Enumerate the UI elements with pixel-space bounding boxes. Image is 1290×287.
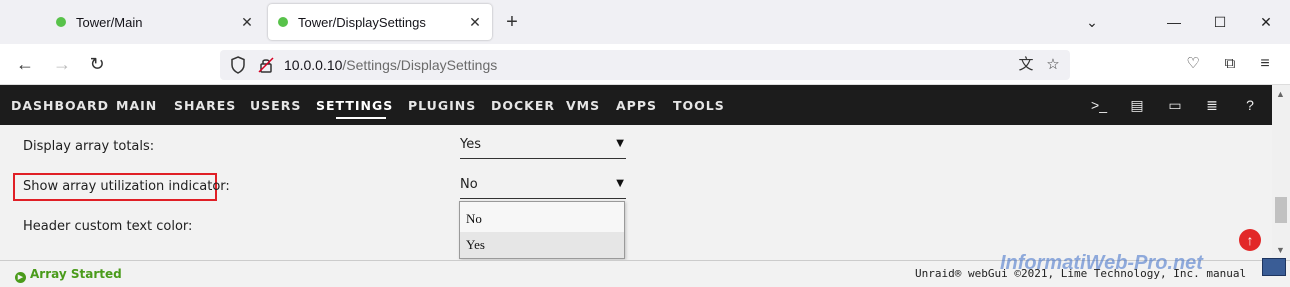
nav-users[interactable]: USERS [250,98,301,113]
maximize-icon[interactable]: ☐ [1206,8,1234,36]
menu-icon[interactable]: ≡ [1251,52,1279,76]
close-tab-icon[interactable]: ✕ [466,13,484,31]
browser-tab-strip: Tower/Main ✕ Tower/DisplaySettings ✕ + ⌄… [0,0,1290,44]
chevron-down-icon: ▼ [616,138,624,149]
nav-main[interactable]: MAIN [116,98,157,113]
page-scrollbar[interactable]: ▲ ▼ [1272,85,1290,260]
browser-toolbar: ← → ↻ 10.0.0.10/Settings/DisplaySettings… [0,44,1290,85]
watermark: InformatiWeb-Pro.net [1000,252,1203,274]
nav-docker[interactable]: DOCKER [491,98,555,113]
dropdown-option-no[interactable]: No [460,206,624,232]
laptop-logo-icon [1262,258,1286,276]
setting-label-header-text-color: Header custom text color: [23,219,193,234]
terminal-icon[interactable]: >_ [1088,95,1110,115]
select-value: No [460,177,478,192]
array-status: ▶ Array Started [15,267,122,283]
minimize-icon[interactable]: — [1160,8,1188,36]
tab-list-chevron-icon[interactable]: ⌄ [1078,8,1106,36]
scroll-down-icon[interactable]: ▼ [1276,245,1285,255]
setting-label-utilization-indicator: Show array utilization indicator: [23,179,230,194]
new-tab-icon[interactable]: + [500,10,524,34]
help-icon[interactable]: ? [1239,95,1261,115]
nav-vms[interactable]: VMS [566,98,600,113]
setting-label-array-totals: Display array totals: [23,139,155,154]
nav-tools[interactable]: TOOLS [673,98,725,113]
nav-dashboard[interactable]: DASHBOARD [11,98,109,113]
nav-shares[interactable]: SHARES [174,98,236,113]
feedback-icon[interactable]: ▤ [1126,95,1148,115]
url-text: 10.0.0.10/Settings/DisplaySettings [284,57,497,73]
translate-icon[interactable]: 文 [1016,55,1036,75]
unraid-main-nav: DASHBOARD MAIN SHARES USERS SETTINGS PLU… [0,85,1272,125]
favicon-dot-icon [278,17,288,27]
array-totals-select[interactable]: Yes ▼ [460,137,626,159]
dropdown-option-yes[interactable]: Yes [460,232,624,258]
insecure-lock-icon[interactable] [256,55,276,75]
utilization-indicator-select[interactable]: No ▼ [460,177,626,199]
array-status-text: Array Started [30,267,122,281]
tab-title: Tower/Main [76,14,143,30]
shield-icon[interactable] [228,55,248,75]
pocket-icon[interactable]: ♡ [1179,52,1207,76]
monitor-icon[interactable]: ▭ [1164,95,1186,115]
scroll-up-icon[interactable]: ▲ [1276,89,1285,99]
back-icon[interactable]: ← [11,52,39,76]
chevron-down-icon: ▼ [616,178,624,189]
select-value: Yes [460,137,481,152]
forward-icon[interactable]: → [48,52,76,76]
url-host: 10.0.0.10 [284,57,343,73]
bookmark-star-icon[interactable]: ☆ [1043,55,1063,75]
reload-icon[interactable]: ↻ [83,52,111,76]
tab-tower-main[interactable]: Tower/Main ✕ [46,4,264,40]
utilization-indicator-dropdown[interactable]: No Yes [459,201,625,259]
scroll-thumb[interactable] [1275,197,1287,223]
tab-title: Tower/DisplaySettings [298,14,426,30]
favicon-dot-icon [56,17,66,27]
nav-settings[interactable]: SETTINGS [316,98,393,113]
settings-content: Display array totals: Yes ▼ Show array u… [0,125,1272,260]
address-bar[interactable]: 10.0.0.10/Settings/DisplaySettings 文 ☆ [220,50,1070,80]
play-circle-icon: ▶ [15,272,26,283]
close-tab-icon[interactable]: ✕ [238,13,256,31]
active-nav-underline [336,117,386,119]
nav-plugins[interactable]: PLUGINS [408,98,476,113]
close-window-icon[interactable]: ✕ [1252,8,1280,36]
scroll-to-top-icon[interactable]: ↑ [1239,229,1261,251]
url-path: /Settings/DisplaySettings [342,57,498,73]
log-icon[interactable]: ≣ [1201,95,1223,115]
tab-tower-display-settings[interactable]: Tower/DisplaySettings ✕ [268,4,492,40]
extensions-icon[interactable]: ⧉ [1216,52,1244,76]
nav-apps[interactable]: APPS [616,98,657,113]
